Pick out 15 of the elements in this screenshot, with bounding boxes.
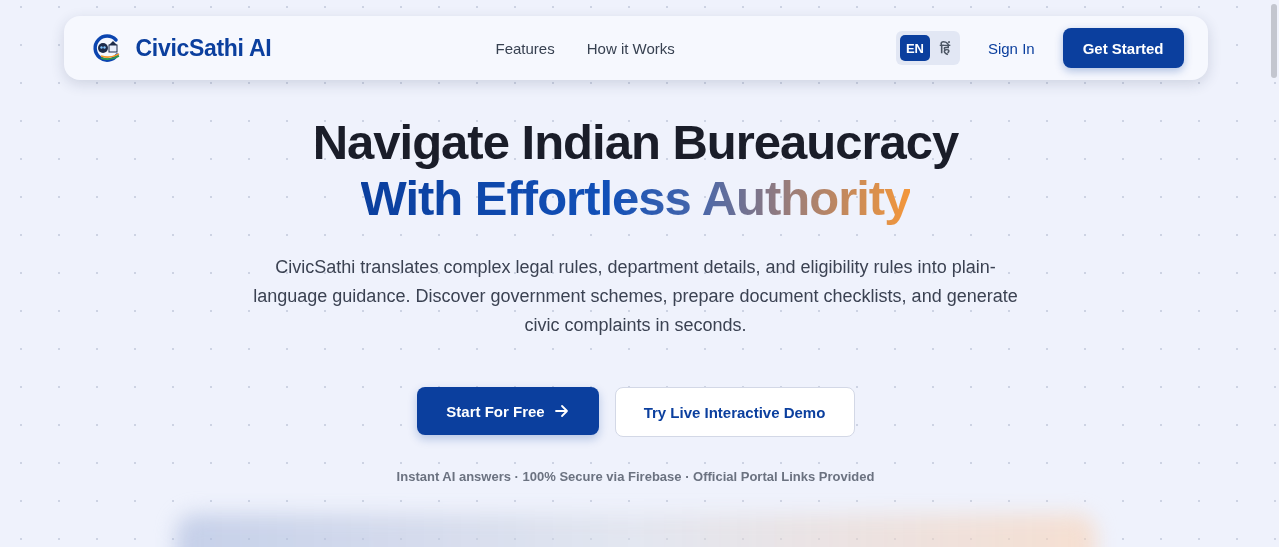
language-option[interactable]: EN	[899, 35, 930, 61]
nav-link[interactable]: Features	[495, 39, 555, 57]
start-for-free-button[interactable]: Start For Free	[416, 387, 599, 435]
brand-name[interactable]: CivicSathi AI	[135, 34, 272, 62]
hero-title: Navigate Indian Bureaucracy	[312, 114, 959, 170]
sign-in-link[interactable]: Sign In	[987, 39, 1035, 57]
feature-note: Instant AI answers · 100% Secure via Firebase · Official Portal Links Provided	[396, 469, 875, 484]
nav-link[interactable]: How it Works	[586, 39, 675, 57]
logo-icon	[91, 33, 122, 63]
scrollbar[interactable]	[1271, 4, 1277, 78]
hero-description: CivicSathi translates complex legal rules, department details, and eligibility rules into plain-language guidance. Discover government schemes, prepare document checklists, and generate civic complaints in seconds.	[252, 256, 1019, 337]
get-started-button[interactable]: Get Started	[1062, 28, 1184, 68]
demo-button[interactable]: Try Live Interactive Demo	[614, 387, 855, 437]
arrow-right-icon	[554, 404, 569, 418]
language-option[interactable]: हिं	[933, 35, 956, 61]
